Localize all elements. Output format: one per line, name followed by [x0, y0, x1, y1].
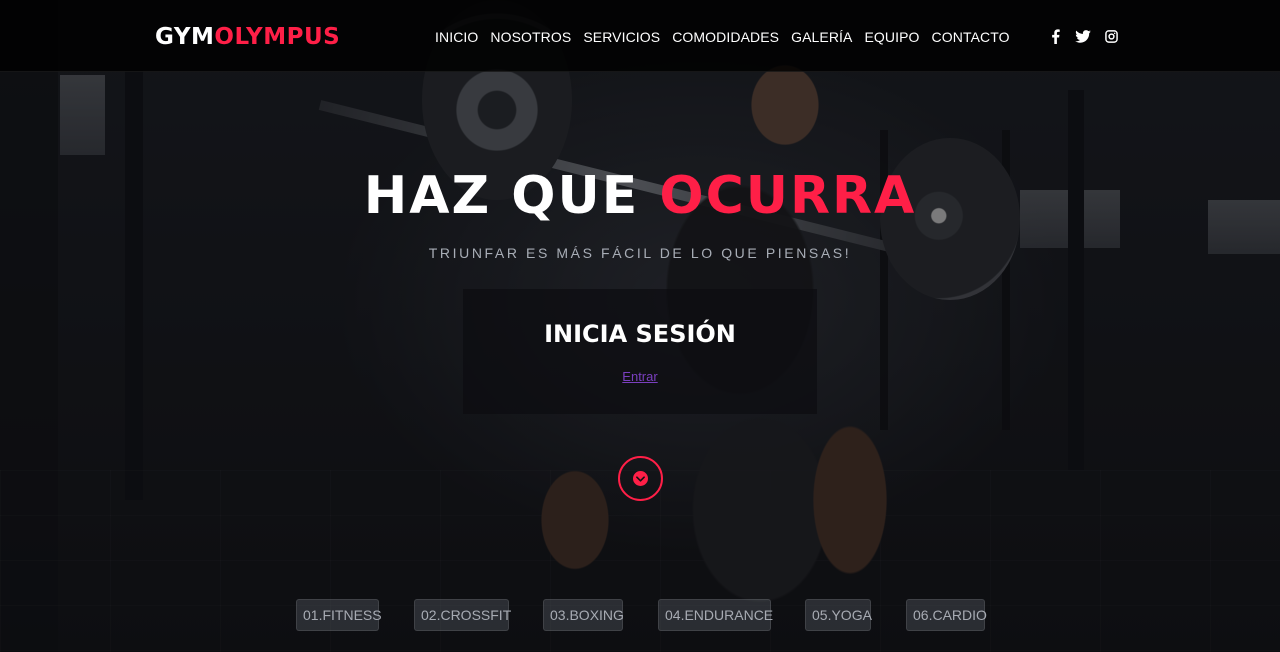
tab-cardio[interactable]: 06.CARDIO	[906, 599, 987, 631]
social-links	[1046, 27, 1130, 45]
nav-item-equipo[interactable]: EQUIPO	[864, 28, 919, 46]
scroll-down-button[interactable]	[618, 456, 663, 501]
nav-item-comodidades[interactable]: COMODIDADES	[672, 28, 779, 46]
service-tabs: 01.FITNESS 02.CROSSFIT 03.BOXING 04.ENDU…	[0, 599, 1280, 631]
tab-yoga[interactable]: 05.YOGA	[805, 599, 872, 631]
site-logo[interactable]: GYMOLYMPUS	[155, 23, 340, 51]
tab-crossfit[interactable]: 02.CROSSFIT	[414, 599, 511, 631]
tab-boxing[interactable]: 03.BOXING	[543, 599, 624, 631]
chevron-down-icon	[633, 471, 648, 486]
facebook-icon[interactable]	[1046, 27, 1064, 45]
instagram-icon[interactable]	[1102, 27, 1120, 45]
hero-title-red: OCURRA	[659, 166, 917, 226]
nav-item-galeria[interactable]: GALERÍA	[791, 28, 852, 46]
site-header: GYMOLYMPUS INICIO NOSOTROS SERVICIOS COM…	[0, 0, 1280, 72]
main-nav: INICIO NOSOTROS SERVICIOS COMODIDADES GA…	[435, 28, 1022, 46]
logo-text-olympus: OLYMPUS	[214, 24, 341, 50]
tab-fitness[interactable]: 01.FITNESS	[296, 599, 382, 631]
nav-item-inicio[interactable]: INICIO	[435, 28, 478, 46]
hero-title-white: HAZ QUE	[363, 166, 640, 226]
login-panel: INICIA SESIÓN Entrar	[463, 289, 817, 414]
nav-item-nosotros[interactable]: NOSOTROS	[490, 28, 571, 46]
twitter-icon[interactable]	[1074, 27, 1092, 45]
logo-text-gym: GYM	[155, 24, 215, 50]
tab-endurance[interactable]: 04.ENDURANCE	[658, 599, 773, 631]
nav-item-servicios[interactable]: SERVICIOS	[583, 28, 660, 46]
hero-subtitle: TRIUNFAR ES MÁS FÁCIL DE LO QUE PIENSAS!	[428, 245, 852, 261]
hero-title: HAZ QUE OCURRA	[0, 166, 1280, 226]
nav-item-contacto[interactable]: CONTACTO	[932, 28, 1010, 46]
login-link[interactable]: Entrar	[463, 369, 817, 385]
login-title: INICIA SESIÓN	[544, 320, 736, 348]
